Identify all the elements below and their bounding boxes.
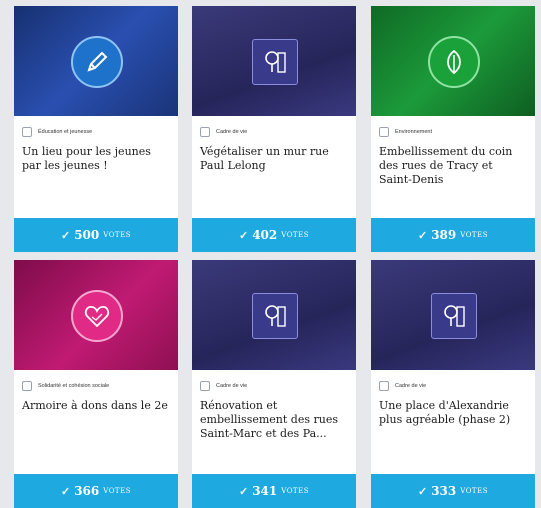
check-icon: ✓ xyxy=(417,485,428,498)
category: Cadre de vie xyxy=(200,127,247,137)
project-title[interactable]: Embellissement du coin des rues de Tracy… xyxy=(379,145,529,187)
category: Éducation et jeunesse xyxy=(22,127,92,137)
vote-button[interactable]: ✓ 389 VOTES xyxy=(371,218,535,252)
category-label: Éducation et jeunesse xyxy=(38,129,93,135)
project-title[interactable]: Végétaliser un mur rue Paul Lelong xyxy=(200,145,350,173)
category: Solidarité et cohésion sociale xyxy=(22,381,109,391)
project-title[interactable]: Un lieu pour les jeunes par les jeunes ! xyxy=(22,145,172,173)
leaf-icon xyxy=(428,36,480,88)
category-icon xyxy=(22,381,32,391)
project-image[interactable] xyxy=(192,260,356,370)
project-card[interactable]: Cadre de vie Végétaliser un mur rue Paul… xyxy=(192,6,356,252)
category-icon xyxy=(200,381,210,391)
project-card[interactable]: Cadre de vie Une place d'Alexandrie plus… xyxy=(371,260,535,508)
votes-label: VOTES xyxy=(281,231,310,239)
project-title[interactable]: Une place d'Alexandrie plus agréable (ph… xyxy=(379,399,529,427)
votes-count: 500 xyxy=(74,228,100,242)
vote-button[interactable]: ✓ 500 VOTES xyxy=(14,218,178,252)
vote-button[interactable]: ✓ 333 VOTES xyxy=(371,474,535,508)
heart-handshake-icon xyxy=(71,290,123,342)
project-image[interactable] xyxy=(192,6,356,116)
tree-building-icon xyxy=(431,293,477,339)
category-label: Cadre de vie xyxy=(216,129,248,135)
category-label: Cadre de vie xyxy=(395,383,427,389)
category-label: Solidarité et cohésion sociale xyxy=(38,383,110,389)
project-image[interactable] xyxy=(14,6,178,116)
category-icon xyxy=(379,127,389,137)
category-label: Cadre de vie xyxy=(216,383,248,389)
tree-building-icon xyxy=(252,293,298,339)
votes-count: 341 xyxy=(252,484,278,498)
votes-count: 389 xyxy=(431,228,457,242)
pencil-icon xyxy=(71,36,123,88)
category-icon xyxy=(379,381,389,391)
project-image[interactable] xyxy=(371,6,535,116)
project-image[interactable] xyxy=(14,260,178,370)
vote-button[interactable]: ✓ 341 VOTES xyxy=(192,474,356,508)
votes-count: 333 xyxy=(431,484,457,498)
project-card[interactable]: Éducation et jeunesse Un lieu pour les j… xyxy=(14,6,178,252)
project-title[interactable]: Armoire à dons dans le 2e xyxy=(22,399,172,413)
category: Cadre de vie xyxy=(200,381,247,391)
project-title[interactable]: Rénovation et embellissement des rues Sa… xyxy=(200,399,350,441)
project-image[interactable] xyxy=(371,260,535,370)
check-icon: ✓ xyxy=(417,229,428,242)
tree-building-icon xyxy=(252,39,298,85)
project-card[interactable]: Environnement Embellissement du coin des… xyxy=(371,6,535,252)
check-icon: ✓ xyxy=(238,229,249,242)
check-icon: ✓ xyxy=(60,485,71,498)
votes-label: VOTES xyxy=(460,487,489,495)
votes-label: VOTES xyxy=(281,487,310,495)
project-card[interactable]: Solidarité et cohésion sociale Armoire à… xyxy=(14,260,178,508)
category-label: Environnement xyxy=(395,129,432,135)
votes-count: 402 xyxy=(252,228,278,242)
check-icon: ✓ xyxy=(238,485,249,498)
votes-label: VOTES xyxy=(103,231,132,239)
check-icon: ✓ xyxy=(60,229,71,242)
votes-label: VOTES xyxy=(460,231,489,239)
project-card[interactable]: Cadre de vie Rénovation et embellissemen… xyxy=(192,260,356,508)
votes-label: VOTES xyxy=(103,487,132,495)
category: Environnement xyxy=(379,127,432,137)
vote-button[interactable]: ✓ 402 VOTES xyxy=(192,218,356,252)
vote-button[interactable]: ✓ 366 VOTES xyxy=(14,474,178,508)
category: Cadre de vie xyxy=(379,381,426,391)
votes-count: 366 xyxy=(74,484,100,498)
category-icon xyxy=(22,127,32,137)
category-icon xyxy=(200,127,210,137)
